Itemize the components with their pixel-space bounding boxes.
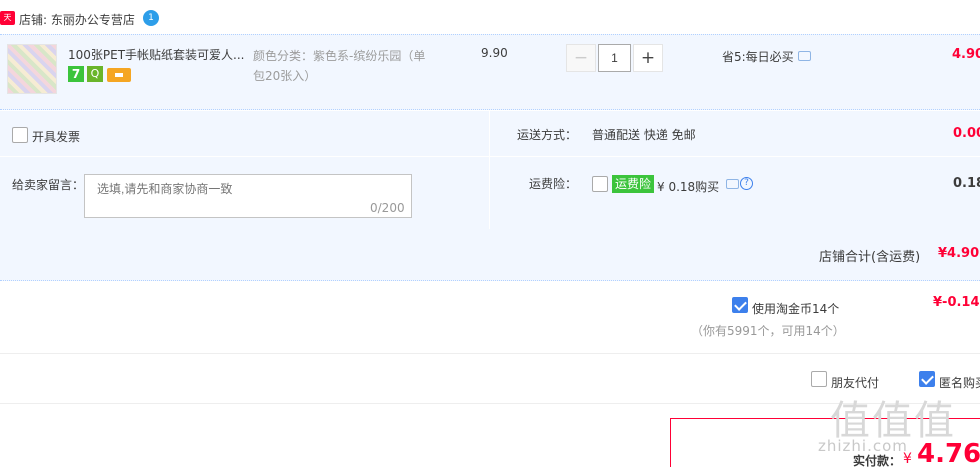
anonymous-checkbox[interactable] <box>919 371 935 387</box>
promotion-text: 省5:每日必买 <box>722 48 811 65</box>
promotion-label: 省5:每日必买 <box>722 50 794 64</box>
use-coins-label: 使用淘金币14个 <box>752 302 840 316</box>
shop-total-row: 店铺合计(含运费) ¥4.90 <box>0 229 980 281</box>
quantity-stepper: − + <box>566 44 663 72</box>
help-icon[interactable]: ? <box>740 177 753 190</box>
insurance-chat-icon[interactable] <box>726 179 739 189</box>
unit-price: 9.90 <box>481 46 508 60</box>
seller-memo-input[interactable] <box>84 174 412 218</box>
invoice-label: 开具发票 <box>32 130 81 144</box>
seven-day-return-icon[interactable]: 7 <box>68 66 84 82</box>
quantity-decrease-button[interactable]: − <box>566 44 596 72</box>
insurance-badge: 运费险 <box>612 175 655 193</box>
insurance-checkbox[interactable] <box>592 176 608 192</box>
friend-pay-checkbox[interactable] <box>811 371 827 387</box>
shop-total-value: ¥4.90 <box>938 246 980 261</box>
memo-label: 给卖家留言： <box>12 178 85 192</box>
options-divider <box>0 156 980 157</box>
item-subtotal: 4.90 <box>952 47 980 62</box>
taobao-coin-section: 使用淘金币14个 （你有5991个，可用14个） ¥-0.14 <box>0 282 980 354</box>
quantity-input[interactable] <box>598 44 631 72</box>
product-title-link[interactable]: 100张PET手帐贴纸套装可爱人... <box>68 46 245 63</box>
memo-char-count: 0/200 <box>370 201 405 215</box>
shop-total-label: 店铺合计(含运费) <box>819 250 921 265</box>
order-item-row: 100张PET手帐贴纸套装可爱人... 7 Q 颜色分类：紫色系-缤纷乐园（单包… <box>0 34 980 110</box>
coins-discount: ¥-0.14 <box>933 295 980 310</box>
sku-info: 颜色分类：紫色系-缤纷乐园（单包20张入） <box>253 49 426 83</box>
quantity-increase-button[interactable]: + <box>633 44 663 72</box>
promotion-info-icon[interactable] <box>798 51 811 61</box>
insurance-label: 运费险： <box>529 177 578 191</box>
use-coins-checkbox[interactable] <box>732 297 748 313</box>
delivery-fee: 0.00 <box>953 126 980 141</box>
wangwang-chat-icon[interactable]: 1 <box>143 10 159 26</box>
quality-guarantee-icon[interactable]: Q <box>87 66 103 82</box>
product-thumbnail[interactable] <box>7 44 57 94</box>
delivery-label: 运送方式： <box>517 128 578 142</box>
watermark-site: zhizhi.com <box>818 437 908 455</box>
tmall-icon: 天猫 <box>0 11 15 36</box>
delivery-method[interactable]: 普通配送 快递 免邮 <box>592 126 696 143</box>
insurance-fee: 0.18 <box>953 176 980 191</box>
credit-card-icon[interactable] <box>107 68 131 82</box>
invoice-checkbox[interactable] <box>12 127 28 143</box>
order-options: 开具发票 运送方式： 普通配送 快递 免邮 0.00 给卖家留言： 0/200 … <box>0 111 980 229</box>
shop-name-link[interactable]: 店铺: 东丽办公专营店 <box>19 11 135 28</box>
insurance-price: ¥ 0.18购买 <box>657 180 720 194</box>
shop-header: 天猫 店铺: 东丽办公专营店 1 <box>0 0 980 36</box>
coins-detail: （你有5991个，可用14个） <box>691 324 845 338</box>
